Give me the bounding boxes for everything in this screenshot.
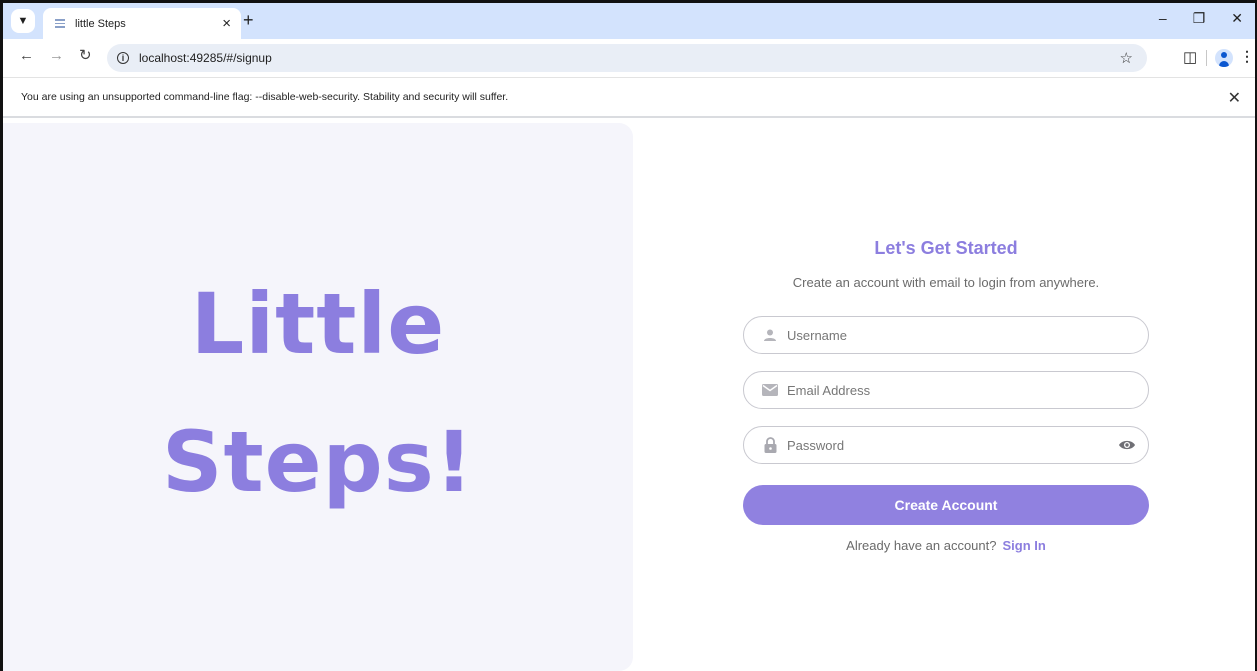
warning-infobar: You are using an unsupported command-lin… [3, 77, 1255, 118]
username-input[interactable] [785, 326, 1148, 344]
site-info-icon[interactable]: i [117, 52, 129, 64]
brand-panel: Little Steps! [3, 123, 633, 671]
bookmark-star-icon[interactable]: ☆ [1120, 49, 1133, 67]
minimize-button[interactable]: – [1159, 10, 1167, 27]
new-tab-button[interactable]: + [243, 11, 254, 29]
tab-strip: ▼ little Steps × + – ❐ ✕ [3, 3, 1255, 39]
password-input[interactable] [785, 436, 1118, 454]
signin-row: Already have an account? Sign In [743, 538, 1149, 553]
back-arrow-icon[interactable]: ← [19, 48, 34, 63]
url-text[interactable]: localhost:49285/#/signup [139, 51, 1120, 65]
email-input[interactable] [785, 381, 1148, 399]
page-content: Little Steps! Let's Get Started Create a… [3, 118, 1255, 671]
favicon-icon [55, 19, 65, 28]
tab-title: little Steps [75, 17, 126, 30]
extensions-icon[interactable]: ◫ [1183, 48, 1197, 66]
chevron-down-icon: ▼ [17, 15, 29, 27]
eye-icon[interactable] [1118, 436, 1136, 454]
infobar-message: You are using an unsupported command-lin… [21, 91, 509, 103]
restore-button[interactable]: ❐ [1193, 10, 1206, 27]
lock-icon [762, 437, 778, 453]
email-field[interactable] [743, 371, 1149, 409]
tab-active[interactable]: little Steps × [43, 8, 241, 39]
mail-icon [762, 382, 778, 398]
tab-search-button[interactable]: ▼ [11, 9, 35, 33]
menu-kebab-icon[interactable]: ⋮ [1240, 48, 1254, 65]
window-controls: – ❐ ✕ [1159, 10, 1243, 27]
create-account-button[interactable]: Create Account [743, 485, 1149, 525]
profile-avatar-icon[interactable] [1215, 49, 1233, 67]
username-field[interactable] [743, 316, 1149, 354]
tab-close-icon[interactable]: × [222, 16, 231, 31]
password-field[interactable] [743, 426, 1149, 464]
form-title: Let's Get Started [874, 238, 1018, 258]
signin-prompt: Already have an account? [846, 538, 997, 553]
person-icon [762, 327, 778, 343]
brand-title-line-1: Little [190, 275, 446, 373]
browser-toolbar: ← → ↻ i localhost:49285/#/signup ☆ ◫ ⋮ [3, 39, 1255, 77]
brand-title-line-2: Steps! [161, 413, 475, 511]
reload-icon[interactable]: ↻ [79, 48, 92, 63]
toolbar-divider [1206, 50, 1207, 66]
forward-arrow-icon[interactable]: → [49, 48, 64, 63]
address-bar[interactable]: i localhost:49285/#/signup ☆ [107, 44, 1147, 72]
form-subtitle: Create an account with email to login fr… [792, 275, 1100, 290]
infobar-close-icon[interactable]: ✕ [1228, 88, 1241, 108]
signin-link[interactable]: Sign In [1002, 538, 1045, 553]
close-window-button[interactable]: ✕ [1231, 10, 1243, 27]
